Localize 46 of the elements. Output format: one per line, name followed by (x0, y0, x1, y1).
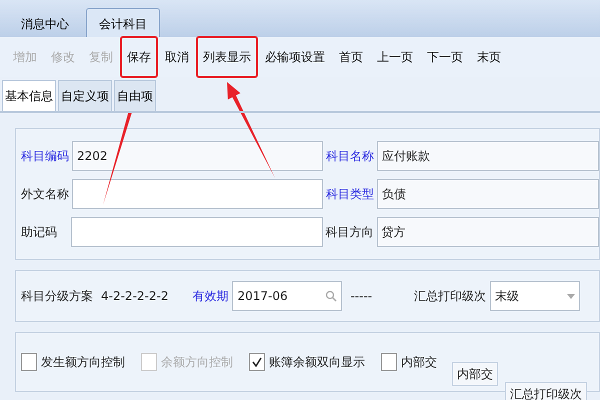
toolbar-button[interactable]: 列表显示 (196, 36, 258, 78)
checkbox-box[interactable] (381, 353, 397, 371)
tab[interactable]: 基本信息 (2, 80, 56, 111)
search-icon[interactable] (325, 290, 338, 302)
field-label: 科目类型 (326, 186, 374, 203)
toolbar-button[interactable]: 首页 (332, 36, 370, 78)
field-label: 科目方向 (326, 224, 374, 241)
toolbar-button[interactable]: 取消 (158, 36, 196, 78)
input-field[interactable]: 贷方 (376, 217, 599, 247)
toolbar-button[interactable]: 末页 (470, 36, 508, 78)
checkbox-label: 发生额方向控制 (41, 354, 125, 371)
input-field[interactable] (71, 217, 323, 247)
checkbox-label: 内部交 (401, 354, 437, 371)
field-value: 2017-06 (237, 288, 288, 305)
tab[interactable]: 消息中心 (8, 8, 82, 37)
toolbar-button[interactable]: 上一页 (370, 36, 420, 78)
checkbox-box[interactable] (21, 353, 37, 371)
scheme-label: 科目分级方案 (21, 288, 93, 305)
input-field[interactable] (72, 179, 323, 209)
toolbar-button[interactable]: 必输项设置 (258, 36, 332, 78)
tab[interactable]: 自定义项 (58, 80, 112, 111)
field-label: 汇总打印级次 (414, 288, 486, 305)
field-label: 科目名称 (326, 148, 374, 165)
input-field[interactable]: 负债 (376, 179, 599, 209)
tab[interactable]: 会计科目 (86, 8, 160, 37)
scheme-value: 4-2-2-2-2-2 (101, 288, 168, 305)
dropdown-icon[interactable] (567, 294, 576, 298)
input-field[interactable]: 2202 (72, 141, 323, 171)
glitch-text: 内部交 (452, 362, 498, 386)
field-label: 有效期 (192, 288, 228, 305)
select-field[interactable]: 末级 (490, 281, 580, 311)
checkbox-box[interactable] (249, 353, 265, 371)
field-value: 末级 (495, 288, 520, 305)
toolbar-button[interactable]: 保存 (120, 36, 158, 78)
date-field[interactable]: 2017-06 (232, 281, 342, 311)
field-label: 科目编码 (21, 148, 69, 165)
checkbox-label: 余额方向控制 (161, 354, 233, 371)
field-label: 外文名称 (21, 186, 69, 203)
separator-text: ----- (350, 288, 372, 305)
field-label: 助记码 (21, 224, 58, 241)
glitch-text: 汇总打印级次 (505, 382, 587, 400)
checkmark-icon (252, 357, 262, 367)
checkbox-label: 账簿余额双向显示 (269, 354, 365, 371)
tab[interactable]: 自由项 (114, 80, 156, 111)
toolbar-button[interactable]: 下一页 (420, 36, 470, 78)
input-field[interactable]: 应付账款 (376, 141, 599, 171)
